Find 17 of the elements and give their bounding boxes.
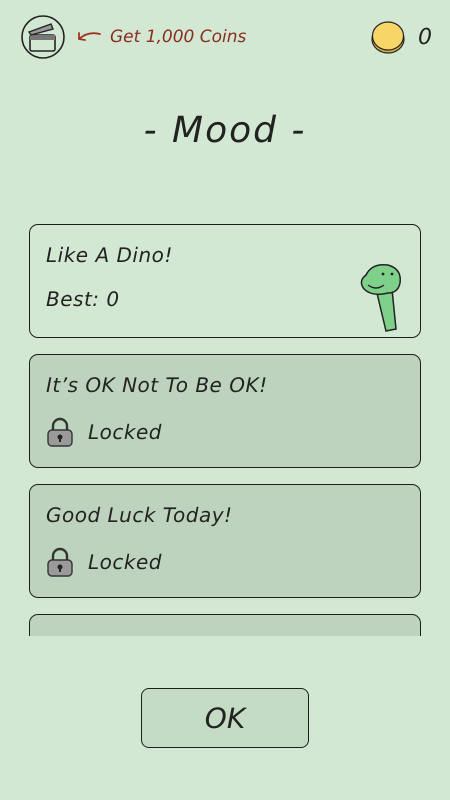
mode-name: Good Luck Today! [46, 503, 234, 527]
coin-count: 0 [418, 24, 432, 50]
mode-name: It’s OK Not To Be OK! [46, 373, 269, 397]
mode-card[interactable]: It’s OK Not To Be OK! Locked [29, 354, 421, 468]
best-score: Best: 0 [46, 287, 120, 311]
coin-icon [370, 20, 406, 54]
mode-card[interactable]: Good Luck Today! Locked [29, 484, 421, 598]
mode-name: Like A Dino! [46, 243, 174, 267]
locked-label: Locked [88, 550, 162, 574]
locked-label: Locked [88, 420, 162, 444]
padlock-icon [46, 547, 74, 577]
screen-title: - Mood - [142, 110, 308, 153]
mode-card[interactable]: Like A Dino! Best: 0 [29, 224, 421, 338]
ok-button[interactable]: OK [141, 688, 309, 748]
clapperboard-icon[interactable] [20, 14, 66, 60]
padlock-icon [46, 417, 74, 447]
reward-text[interactable]: Get 1,000 Coins [110, 27, 246, 47]
